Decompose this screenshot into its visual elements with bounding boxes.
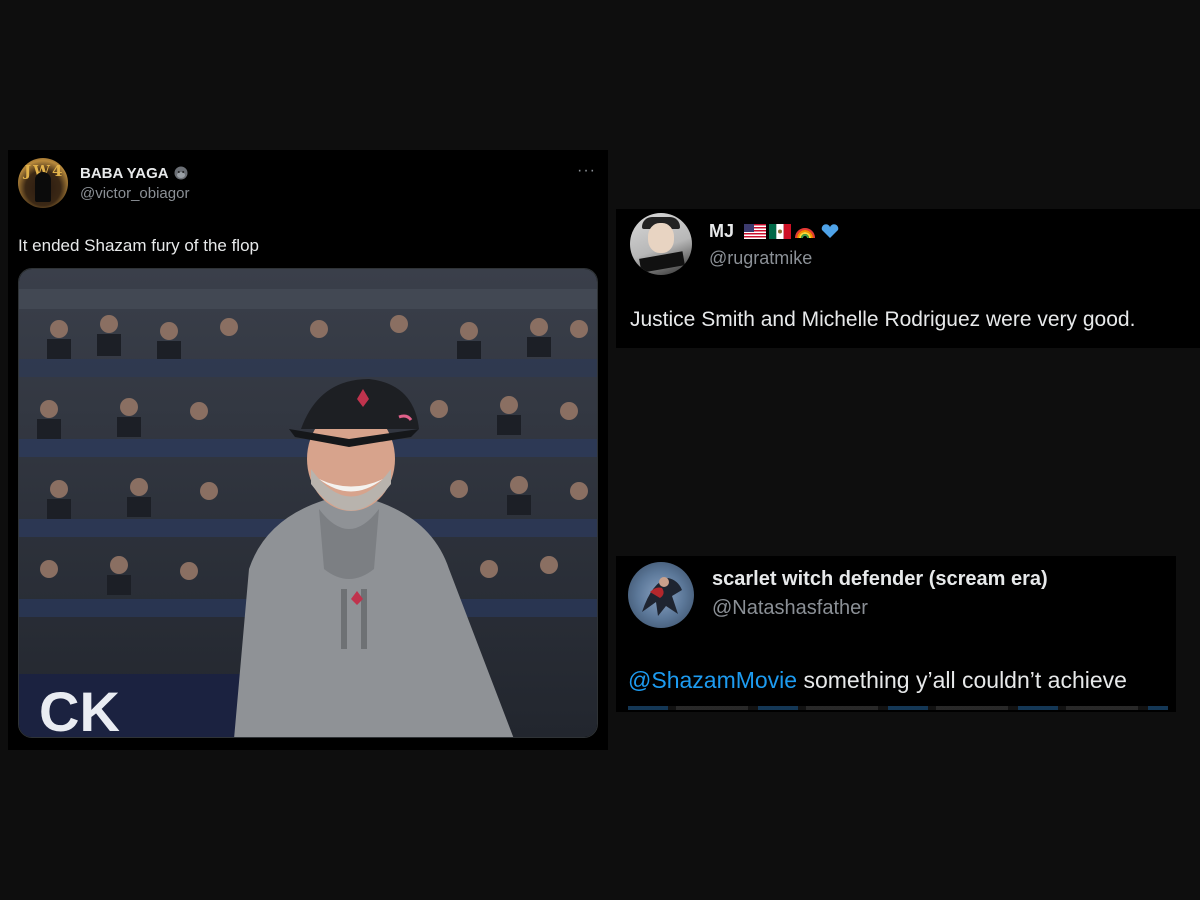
tweet-text: @ShazamMovie something y’all couldn’t ac… — [628, 667, 1127, 694]
display-name-row[interactable]: MJ — [709, 221, 841, 242]
profile-emoji-flags — [744, 224, 841, 239]
blue-heart-icon — [821, 224, 839, 238]
display-name[interactable]: scarlet witch defender (scream era) — [712, 568, 1048, 591]
screenshot-canvas: JW4 BABA YAGA @victor_obiagor ··· It end… — [0, 0, 1200, 900]
user-handle[interactable]: @rugratmike — [709, 248, 841, 269]
avatar-face — [648, 223, 674, 253]
photo-illustration: CK — [19, 269, 597, 738]
display-name-row[interactable]: BABA YAGA — [80, 165, 189, 182]
avatar-figure — [35, 172, 51, 202]
user-handle[interactable]: @victor_obiagor — [80, 185, 189, 202]
tweet-card-scarlet-witch-defender[interactable]: scarlet witch defender (scream era) @Nat… — [616, 556, 1176, 712]
user-names: MJ @rugratmike — [709, 221, 841, 269]
user-handle[interactable]: @Natashasfather — [712, 597, 1048, 620]
more-options-icon[interactable]: ··· — [577, 162, 596, 180]
svg-text:CK: CK — [39, 680, 120, 738]
tweet-media-photo[interactable]: CK — [18, 268, 598, 738]
mexico-flag-icon — [769, 224, 792, 239]
display-name[interactable]: BABA YAGA — [80, 165, 169, 182]
tweet-card-baba-yaga[interactable]: JW4 BABA YAGA @victor_obiagor ··· It end… — [8, 150, 608, 750]
tweet-text: Justice Smith and Michelle Rodriguez wer… — [630, 308, 1136, 331]
avatar[interactable] — [628, 562, 694, 628]
cropped-text-line — [628, 706, 1168, 710]
tweet-text-rest: something y’all couldn’t achieve — [797, 667, 1127, 693]
tweet-header: JW4 BABA YAGA @victor_obiagor — [18, 158, 189, 208]
gorilla-emoji-icon — [173, 166, 189, 180]
avatar-illustration — [642, 577, 682, 616]
user-names: BABA YAGA @victor_obiagor — [80, 165, 189, 202]
tweet-card-mj[interactable]: MJ @rugratmike Justice Smith and Michell… — [616, 209, 1200, 348]
avatar[interactable] — [630, 213, 692, 275]
rainbow-icon — [795, 228, 816, 239]
user-names: scarlet witch defender (scream era) @Nat… — [712, 568, 1048, 620]
tweet-text: It ended Shazam fury of the flop — [18, 236, 259, 255]
display-name[interactable]: MJ — [709, 221, 734, 242]
avatar-sticker — [639, 251, 685, 273]
us-flag-icon — [744, 224, 767, 239]
avatar[interactable]: JW4 — [18, 158, 68, 208]
mention-link[interactable]: @ShazamMovie — [628, 667, 797, 693]
